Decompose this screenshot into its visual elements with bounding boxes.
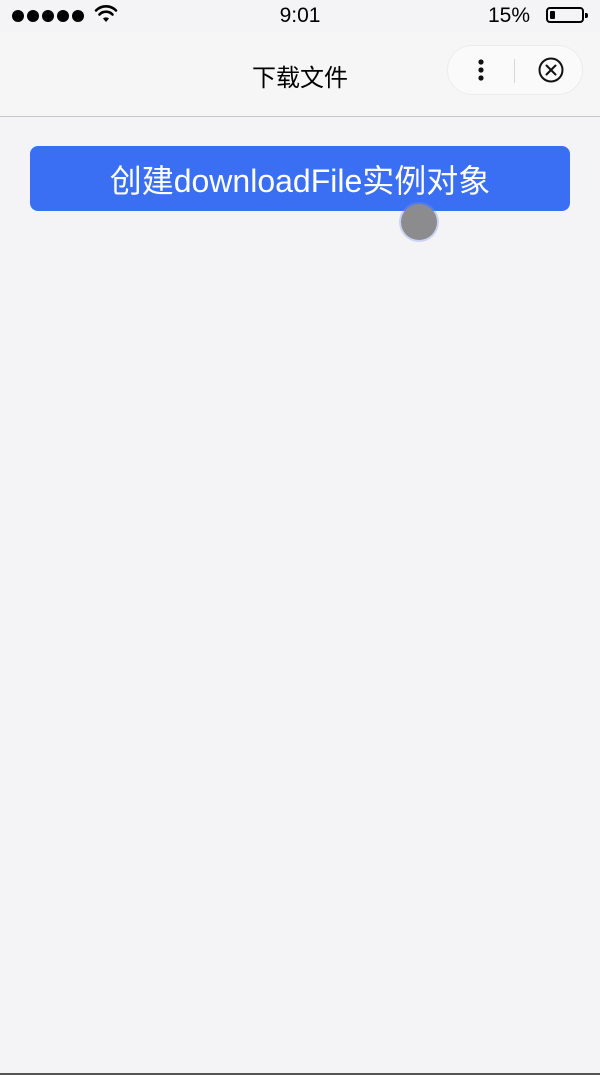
more-button[interactable]	[456, 50, 506, 90]
battery-percent: 15%	[487, 4, 530, 27]
main-content: 创建downloadFile实例对象	[0, 117, 600, 1073]
capsule-menu	[447, 45, 583, 95]
touch-indicator	[401, 204, 437, 240]
status-bar: 9:01 15%	[0, 0, 600, 32]
battery-icon	[546, 7, 588, 23]
capsule-divider	[514, 59, 515, 83]
close-button[interactable]	[526, 50, 576, 90]
close-circle-icon	[538, 57, 564, 83]
navigation-bar: 下载文件	[0, 32, 600, 117]
create-download-file-button[interactable]: 创建downloadFile实例对象	[30, 146, 570, 211]
battery-level	[550, 11, 555, 19]
more-dots-icon	[478, 59, 484, 81]
